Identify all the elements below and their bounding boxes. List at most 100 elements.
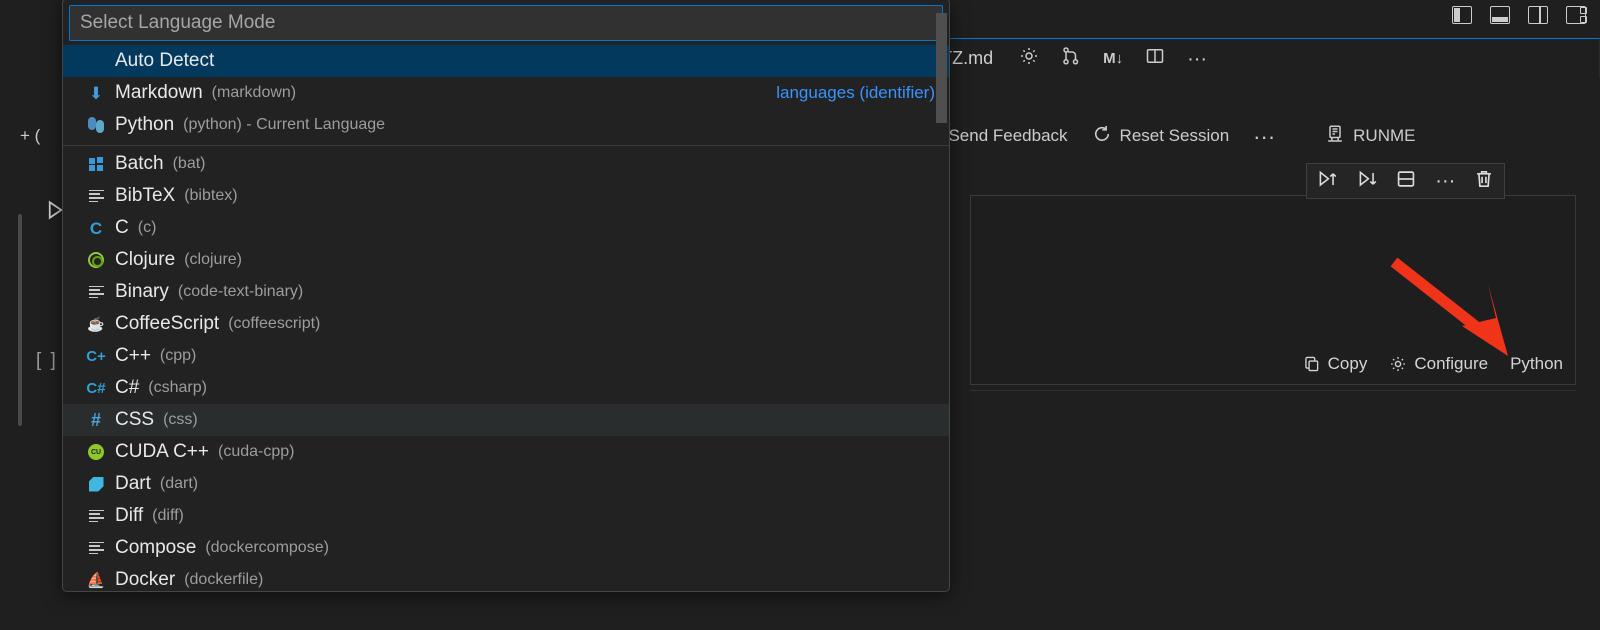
dart-icon	[89, 477, 104, 492]
reset-session-button[interactable]: Reset Session	[1092, 124, 1230, 149]
cell-footer: Copy Configure Python	[1303, 354, 1563, 374]
python-icon	[88, 117, 104, 133]
gear-icon[interactable]	[1019, 46, 1039, 71]
text-file-icon	[89, 187, 104, 204]
css-icon: #	[91, 411, 101, 429]
quick-pick-item-label: C	[115, 217, 129, 239]
cell-focus-indicator	[18, 214, 22, 426]
cuda-icon: CU	[85, 443, 107, 461]
quick-pick-item-label: Batch	[115, 153, 164, 175]
search-input[interactable]	[69, 5, 943, 41]
quick-pick-item-description: (dockercompose)	[205, 539, 329, 557]
quick-pick-item[interactable]: CUCUDA C++(cuda-cpp)	[63, 436, 949, 468]
quick-pick-item[interactable]: Compose (dockercompose)	[63, 532, 949, 564]
quick-pick-item[interactable]: Binary (code-text-binary)	[63, 276, 949, 308]
quick-pick-item[interactable]: CC (c)	[63, 212, 949, 244]
python-icon	[85, 116, 107, 134]
quick-pick-item-description: (css)	[163, 411, 198, 429]
quick-pick-item[interactable]: C#C#(csharp)	[63, 372, 949, 404]
quick-pick-item-description: (bibtex)	[184, 187, 237, 205]
quick-pick-item[interactable]: # CSS (css)	[63, 404, 949, 436]
split-cell-icon[interactable]	[1395, 168, 1417, 195]
tab-action-group: M↓ ···	[1019, 46, 1207, 71]
more-icon: ···	[1253, 131, 1275, 142]
source-control-icon[interactable]	[1061, 46, 1081, 71]
customize-layout-icon[interactable]	[1566, 6, 1586, 24]
docker-icon: ⛵	[85, 571, 107, 589]
quick-pick-item[interactable]: Python (python) - Current Language	[63, 109, 949, 141]
quick-pick-item[interactable]: ⬇ Markdown (markdown) languages (identifier…	[63, 77, 949, 109]
quick-pick-item-label: CUDA C++	[115, 441, 209, 463]
quick-pick-item[interactable]: C+C++(cpp)	[63, 340, 949, 372]
toggle-primary-sidebar-icon[interactable]	[1452, 6, 1472, 24]
cpp-icon: C+	[86, 349, 106, 364]
markdown-preview-icon[interactable]: M↓	[1103, 50, 1123, 67]
windows-batch-icon	[89, 157, 104, 172]
add-cell-label: + (	[20, 126, 40, 146]
add-cell-button[interactable]: + (	[20, 126, 40, 146]
lines-icon	[85, 187, 107, 205]
c-language-icon: C	[90, 220, 102, 237]
quick-pick-item-label: CSS	[115, 409, 154, 431]
coffee-icon: ☕	[85, 315, 107, 333]
quick-pick-item-label: Markdown	[115, 82, 203, 104]
quick-pick-list[interactable]: Auto Detect ⬇ Markdown (markdown) languages …	[63, 45, 949, 592]
quick-pick-item-description: (markdown)	[212, 84, 296, 102]
execute-above-icon[interactable]	[1316, 168, 1338, 195]
lines-icon	[85, 539, 107, 557]
dart-icon	[85, 475, 107, 493]
kernel-selector-button[interactable]: RUNME	[1325, 124, 1415, 149]
quick-pick-item-description: (python) - Current Language	[183, 116, 385, 134]
lines-icon	[85, 283, 107, 301]
toolbar-more-button[interactable]: ···	[1253, 131, 1275, 142]
toggle-panel-icon[interactable]	[1490, 6, 1510, 24]
refresh-icon	[1092, 124, 1112, 149]
more-actions-icon[interactable]: ···	[1187, 53, 1207, 65]
cell-hover-toolbar: ···	[1306, 163, 1505, 199]
toggle-secondary-sidebar-icon[interactable]	[1528, 6, 1548, 24]
cell-more-icon[interactable]: ···	[1435, 176, 1455, 186]
quick-pick-identifier-hint: languages (identifier)	[776, 83, 935, 103]
send-feedback-label: Send Feedback	[948, 126, 1067, 146]
cell-language-label: Python	[1510, 354, 1563, 374]
quick-pick-item-label: Auto Detect	[115, 50, 214, 72]
quick-pick-item[interactable]: BibTeX(bibtex)	[63, 180, 949, 212]
markdown-icon: ⬇	[85, 84, 107, 102]
quick-pick-item[interactable]: ⛵ Docker (dockerfile)	[63, 564, 949, 592]
copy-button[interactable]: Copy	[1303, 354, 1368, 374]
quick-pick-item-description: (dockerfile)	[184, 571, 263, 589]
quick-pick-item-description: (code-text-binary)	[178, 283, 303, 301]
quick-pick-item[interactable]: Clojure(clojure)	[63, 244, 949, 276]
copy-label: Copy	[1328, 354, 1368, 374]
csharp-icon: C#	[86, 381, 105, 396]
cell-language-button[interactable]: Python	[1510, 354, 1563, 374]
quick-pick-item[interactable]: ☕CoffeeScript(coffeescript)	[63, 308, 949, 340]
quick-pick-input-wrap	[63, 0, 949, 45]
text-file-icon	[89, 507, 104, 524]
coffeescript-icon: ☕	[87, 317, 104, 331]
quick-pick-item-description: (csharp)	[148, 379, 207, 397]
notebook-code-cell[interactable]: Copy Configure Python	[970, 195, 1576, 385]
quick-pick-item-label: Compose	[115, 537, 196, 559]
quick-pick-separator	[63, 145, 949, 146]
server-icon	[1325, 124, 1345, 149]
quick-pick-scrollbar[interactable]	[936, 13, 947, 123]
delete-cell-icon[interactable]	[1473, 168, 1495, 195]
split-editor-icon[interactable]	[1145, 46, 1165, 71]
kernel-label: RUNME	[1353, 126, 1415, 146]
quick-pick-item-label: Binary	[115, 281, 169, 303]
configure-label: Configure	[1414, 354, 1488, 374]
clojure-icon	[85, 251, 107, 269]
layout-controls	[1452, 6, 1586, 24]
quick-pick-item-label: Diff	[115, 505, 143, 527]
quick-pick-item[interactable]: Diff(diff)	[63, 500, 949, 532]
quick-pick-item-description: (c)	[138, 219, 157, 237]
editor-tab-inactive[interactable]: ion_ic	[0, 38, 64, 78]
quick-pick-item[interactable]: Auto Detect	[63, 45, 949, 77]
execute-below-icon[interactable]	[1356, 168, 1378, 195]
quick-pick-item-label: Docker	[115, 569, 175, 591]
quick-pick-item[interactable]: Dart(dart)	[63, 468, 949, 500]
quick-pick-item[interactable]: Batch(bat)	[63, 148, 949, 180]
quick-pick-item-label: Python	[115, 114, 174, 136]
configure-button[interactable]: Configure	[1389, 354, 1488, 374]
